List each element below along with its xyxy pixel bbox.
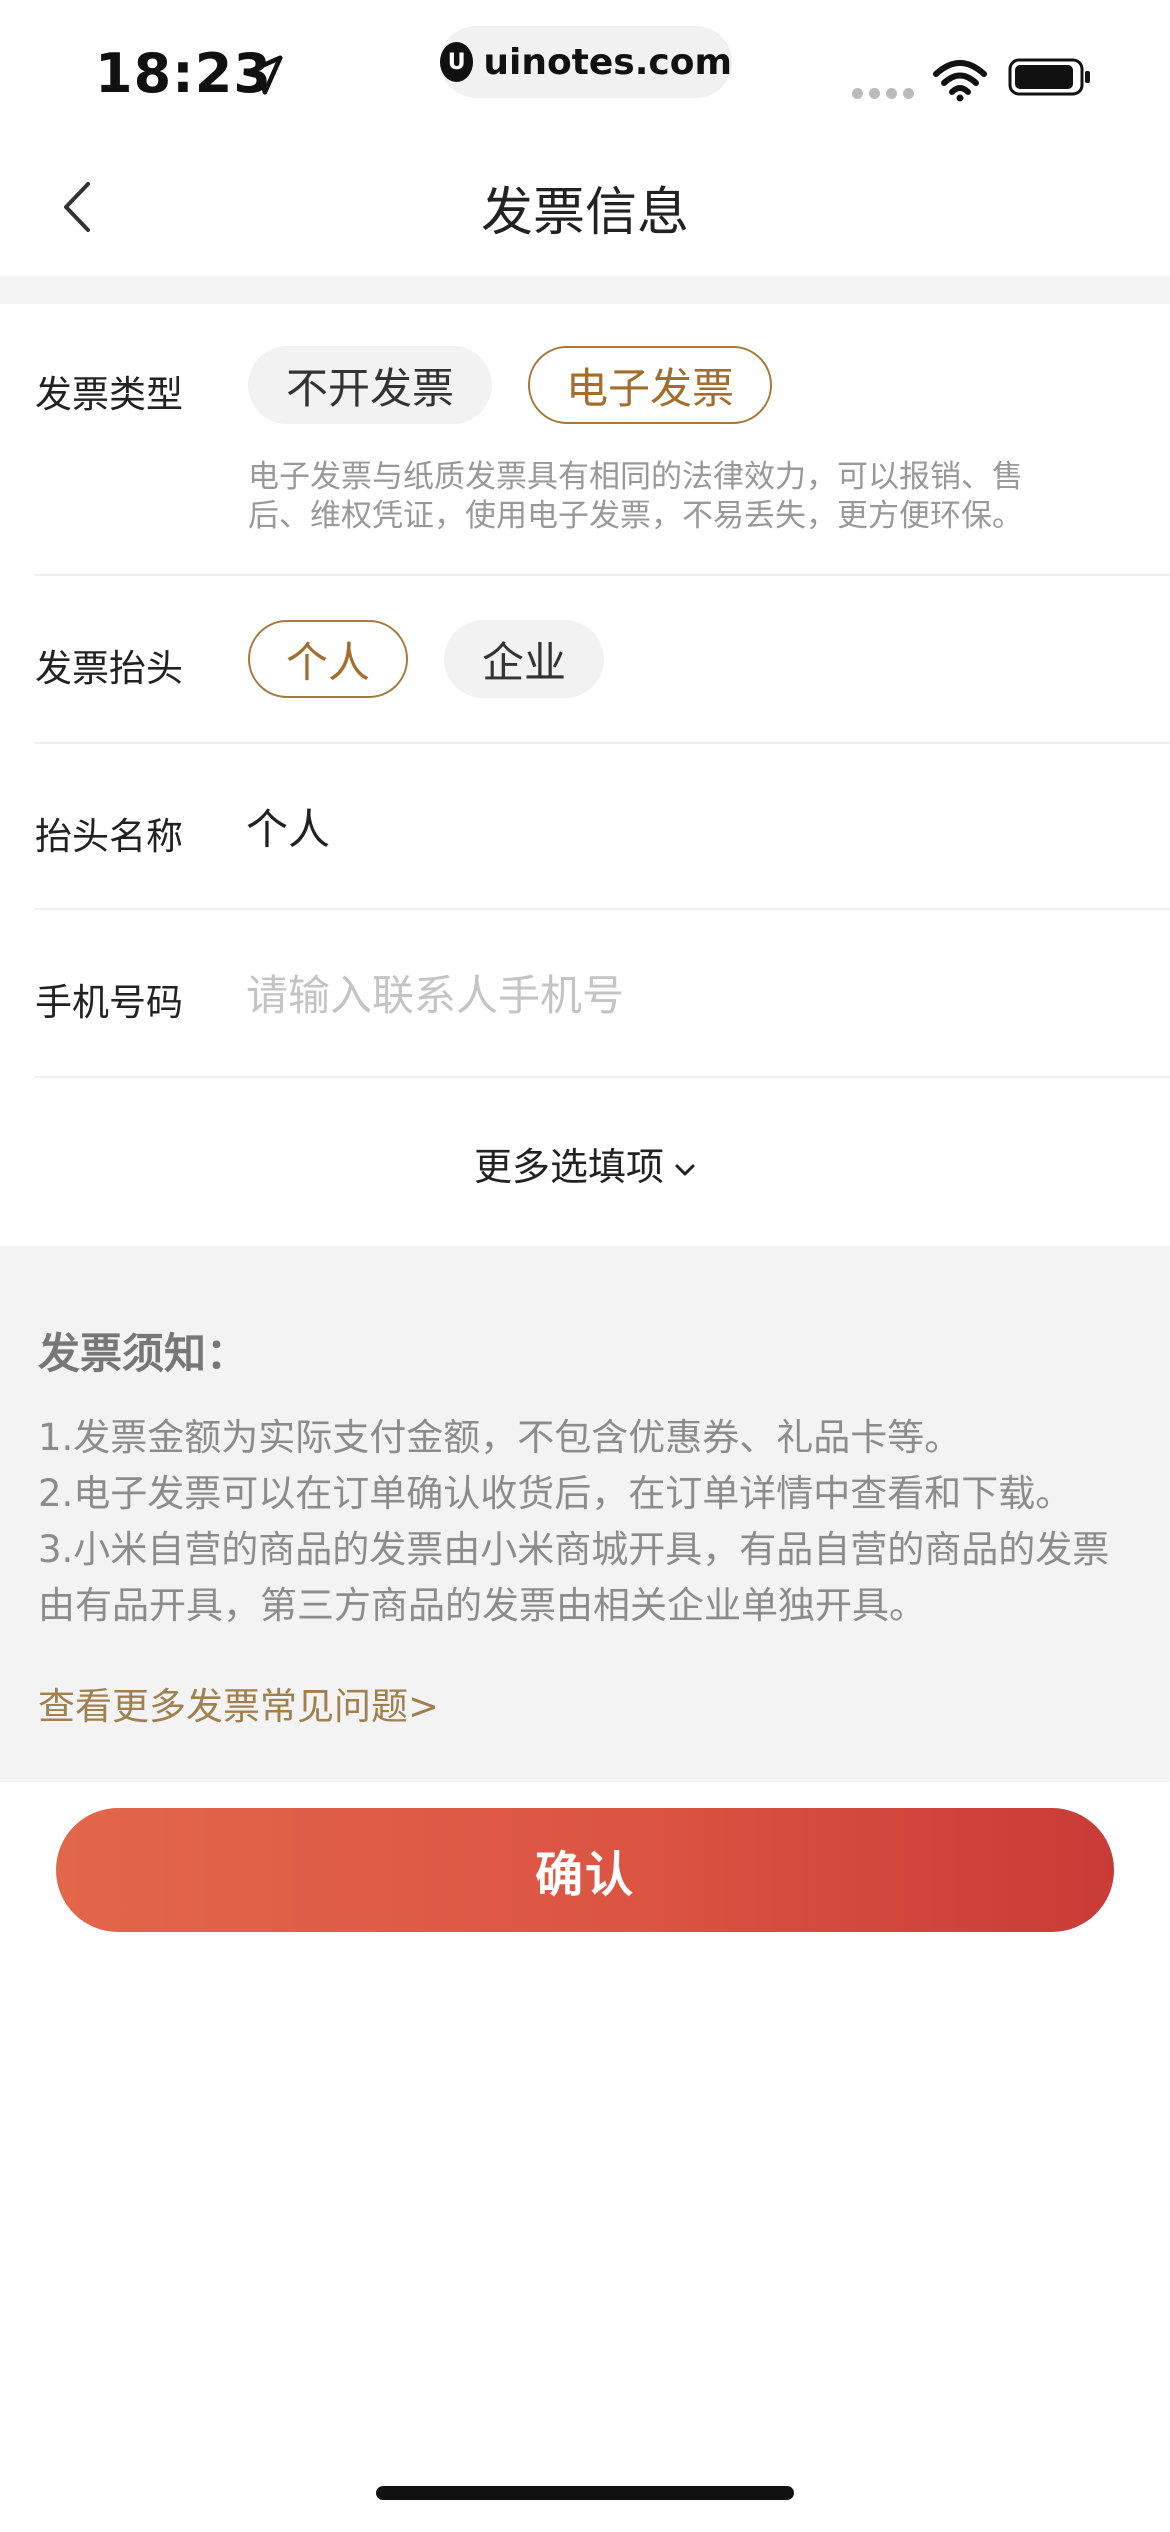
option-personal[interactable]: 个人 [248, 620, 408, 698]
cellular-signal-icon [852, 84, 920, 103]
notice-body: 1.发票金额为实际支付金额，不包含优惠券、礼品卡等。 2.电子发票可以在订单确认… [38, 1410, 1168, 1634]
header-name-input[interactable]: 个人 [246, 796, 330, 857]
location-arrow-icon [243, 55, 283, 95]
url-text: uinotes.com [483, 41, 732, 83]
notice-line: 2.电子发票可以在订单确认收货后，在订单详情中查看和下载。 [38, 1472, 1073, 1515]
phone-input[interactable]: 请输入联系人手机号 [246, 962, 624, 1023]
header-name-label: 抬头名称 [35, 815, 183, 858]
more-options-label: 更多选填项 [473, 1145, 664, 1189]
notice-title: 发票须知： [38, 1329, 249, 1378]
home-indicator[interactable] [376, 2486, 794, 2500]
notice-line: 3.小米自营的商品的发票由小米商城开具，有品自营的商品的发票 [38, 1528, 1110, 1571]
confirm-button[interactable]: 确认 [56, 1808, 1114, 1932]
divider [35, 574, 1170, 576]
invoice-header-label: 发票抬头 [35, 647, 183, 690]
invoice-type-label: 发票类型 [35, 373, 183, 416]
phone-label: 手机号码 [35, 981, 183, 1024]
invoice-faq-link[interactable]: 查看更多发票常见问题> [38, 1676, 439, 1730]
notice-line: 由有品开具，第三方商品的发票由相关企业单独开具。 [38, 1584, 926, 1627]
chevron-down-icon [675, 1164, 695, 1175]
wifi-icon [933, 60, 987, 102]
notice-line: 1.发票金额为实际支付金额，不包含优惠券、礼品卡等。 [38, 1416, 962, 1459]
site-logo-icon: U [440, 42, 474, 82]
invoice-type-description: 电子发票与纸质发票具有相同的法律效力，可以报销、售 后、维权凭证，使用电子发票，… [248, 459, 1023, 534]
battery-icon [1008, 58, 1090, 96]
option-electronic-invoice[interactable]: 电子发票 [528, 346, 772, 424]
url-bar[interactable]: U uinotes.com [440, 26, 732, 98]
page-title: 发票信息 [480, 183, 689, 243]
more-options-toggle[interactable]: 更多选填项 [0, 1136, 1170, 1191]
divider [35, 742, 1170, 744]
divider [35, 1076, 1170, 1078]
option-company[interactable]: 企业 [444, 620, 604, 698]
option-no-invoice[interactable]: 不开发票 [248, 346, 492, 424]
section-divider [0, 276, 1170, 304]
divider [35, 908, 1170, 910]
